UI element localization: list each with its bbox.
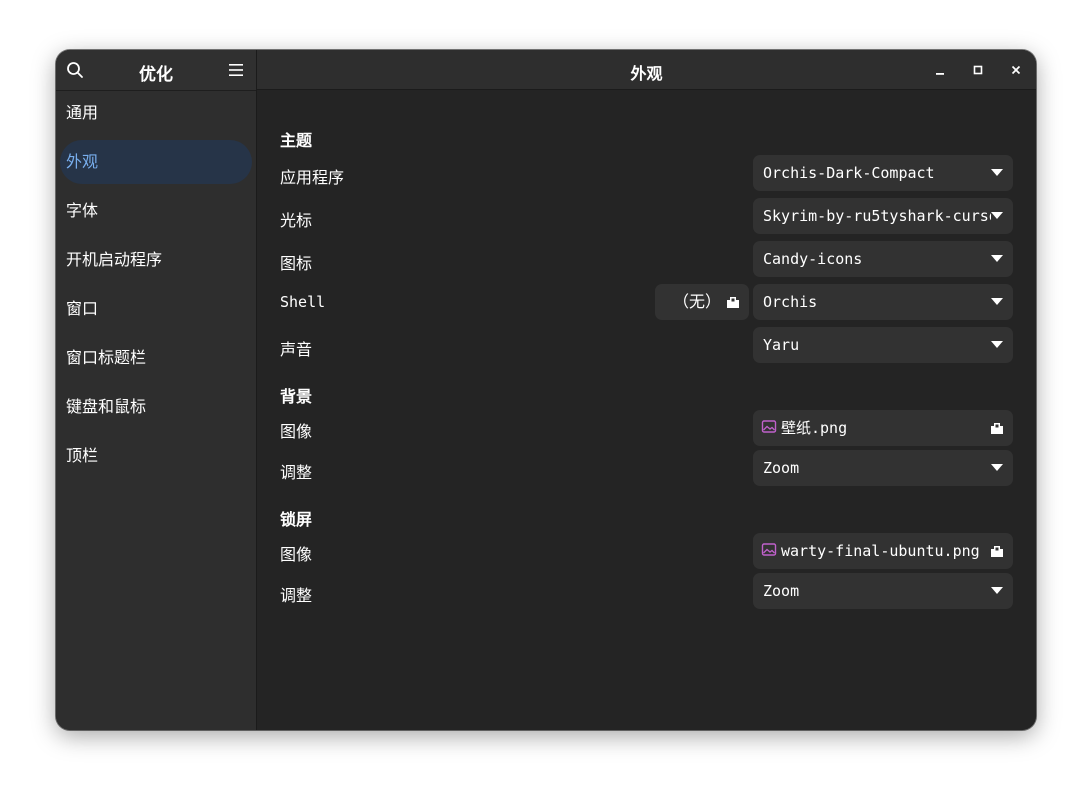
- open-document-icon: [727, 297, 739, 308]
- shell-file-button[interactable]: （无）: [655, 284, 749, 320]
- shell-label: Shell: [280, 293, 326, 311]
- main-header: 外观: [257, 50, 1036, 90]
- image-file-icon: [761, 543, 777, 556]
- chevron-down-icon: [991, 341, 1003, 348]
- chevron-down-icon: [991, 587, 1003, 594]
- chevron-down-icon: [991, 212, 1003, 219]
- image-file-icon: [761, 420, 777, 433]
- chevron-down-icon: [991, 298, 1003, 305]
- sound-label: 声音: [280, 340, 313, 359]
- tweaks-window: 优化 通用 外观 字体 开机启动程序 窗口 窗口标题栏 键盘和鼠标 顶栏 外观: [56, 50, 1036, 730]
- chevron-down-icon: [991, 169, 1003, 176]
- chevron-down-icon: [991, 464, 1003, 471]
- sidebar-header: 优化: [56, 50, 256, 91]
- sidebar-item-top-bar[interactable]: 顶栏: [60, 434, 252, 478]
- icons-theme-value: Candy-icons: [763, 250, 863, 268]
- sidebar-item-appearance[interactable]: 外观: [60, 140, 252, 184]
- close-icon[interactable]: [1008, 62, 1024, 78]
- background-adjust-dropdown[interactable]: Zoom: [753, 450, 1013, 486]
- background-image-value: 壁纸.png: [781, 419, 848, 437]
- lockscreen-image-chooser[interactable]: warty-final-ubuntu.png: [753, 533, 1013, 569]
- hamburger-menu-icon[interactable]: [228, 62, 244, 78]
- maximize-icon[interactable]: [970, 62, 986, 78]
- icons-label: 图标: [280, 254, 313, 273]
- open-document-icon: [991, 423, 1003, 434]
- applications-theme-value: Orchis-Dark-Compact: [763, 164, 935, 182]
- open-document-icon: [991, 546, 1003, 557]
- sidebar-item-startup-apps[interactable]: 开机启动程序: [60, 238, 252, 282]
- chevron-down-icon: [991, 255, 1003, 262]
- background-heading: 背景: [280, 387, 313, 406]
- sound-theme-value: Yaru: [763, 336, 800, 354]
- cursor-label: 光标: [280, 211, 313, 230]
- main-panel: 外观 主题 应用程序 Orchis-Dark-Compact 光标 Skyrim…: [257, 50, 1036, 730]
- shell-theme-dropdown[interactable]: Orchis: [753, 284, 1013, 320]
- background-adjust-label: 调整: [280, 463, 313, 482]
- sidebar-item-fonts[interactable]: 字体: [60, 189, 252, 233]
- page-title: 外观: [630, 64, 663, 83]
- sound-theme-dropdown[interactable]: Yaru: [753, 327, 1013, 363]
- shell-theme-value: Orchis: [763, 293, 818, 311]
- minimize-icon[interactable]: [932, 62, 948, 78]
- cursor-theme-value: Skyrim-by-ru5tyshark-cursors: [763, 207, 991, 225]
- icons-theme-dropdown[interactable]: Candy-icons: [753, 241, 1013, 277]
- sidebar-title: 优化: [139, 65, 173, 85]
- cursor-theme-dropdown[interactable]: Skyrim-by-ru5tyshark-cursors: [753, 198, 1013, 234]
- sidebar-item-windows[interactable]: 窗口: [60, 287, 252, 331]
- lockscreen-adjust-dropdown[interactable]: Zoom: [753, 573, 1013, 609]
- sidebar-item-general[interactable]: 通用: [60, 91, 252, 135]
- sidebar: 优化 通用 外观 字体 开机启动程序 窗口 窗口标题栏 键盘和鼠标 顶栏: [56, 50, 257, 730]
- applications-theme-dropdown[interactable]: Orchis-Dark-Compact: [753, 155, 1013, 191]
- lockscreen-adjust-label: 调整: [280, 586, 313, 605]
- lockscreen-image-label: 图像: [280, 545, 313, 564]
- shell-none-label: （无）: [673, 292, 722, 311]
- sidebar-item-keyboard-mouse[interactable]: 键盘和鼠标: [60, 385, 252, 429]
- sidebar-item-window-titlebars[interactable]: 窗口标题栏: [60, 336, 252, 380]
- applications-label: 应用程序: [280, 168, 345, 187]
- background-adjust-value: Zoom: [763, 459, 800, 477]
- lockscreen-image-value: warty-final-ubuntu.png: [781, 542, 980, 560]
- lockscreen-adjust-value: Zoom: [763, 582, 800, 600]
- lockscreen-heading: 锁屏: [280, 510, 313, 529]
- background-image-label: 图像: [280, 422, 313, 441]
- theme-heading: 主题: [280, 131, 313, 150]
- background-image-chooser[interactable]: 壁纸.png: [753, 410, 1013, 446]
